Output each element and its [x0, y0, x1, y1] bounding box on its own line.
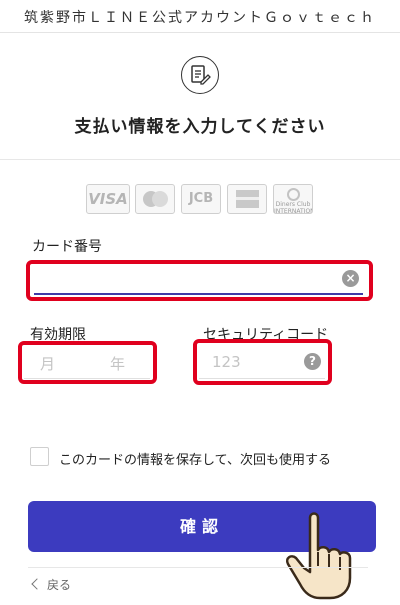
card-number-label: カード番号	[32, 239, 102, 255]
chevron-left-icon	[31, 578, 43, 590]
form-edit-icon	[181, 56, 219, 94]
mastercard-logo	[135, 184, 175, 214]
expiry-year-input[interactable]: 年	[110, 353, 125, 374]
card-number-field: ×	[30, 263, 369, 299]
back-link-label: 戻る	[47, 578, 72, 592]
amex-logo	[227, 184, 267, 214]
app-title: 筑紫野市ＬＩＮＥ公式アカウントＧｏｖｔｅｃｈ	[24, 10, 376, 26]
expiry-label: 有効期限	[30, 327, 86, 343]
save-card-label[interactable]: このカードの情報を保存して、次回も使用する	[59, 449, 331, 468]
help-icon[interactable]: ?	[304, 353, 321, 370]
back-link[interactable]: 戻る	[31, 576, 72, 593]
expiry-month-input[interactable]: 月	[40, 353, 55, 374]
expiry-underline	[24, 378, 150, 379]
divider	[0, 159, 400, 160]
clear-icon[interactable]: ×	[342, 270, 359, 287]
save-card-checkbox[interactable]	[30, 447, 49, 466]
page-heading: 支払い情報を入力してください	[74, 117, 326, 137]
visa-logo: VISA	[86, 184, 130, 214]
card-number-input[interactable]	[34, 265, 363, 295]
diners-logo: Diners Club INTERNATIONAL	[273, 184, 313, 214]
jcb-logo: JCB	[181, 184, 221, 214]
pointing-hand-icon	[280, 510, 360, 605]
security-code-input[interactable]: 123	[212, 353, 241, 371]
security-code-label: セキュリティコード	[203, 327, 329, 343]
divider	[28, 567, 368, 568]
security-code-underline	[199, 378, 325, 379]
